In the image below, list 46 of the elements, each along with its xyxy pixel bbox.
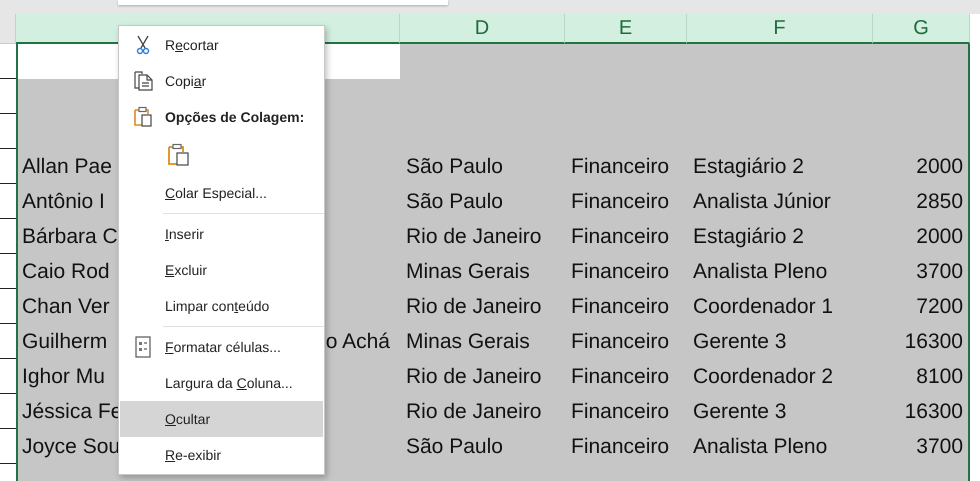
table-cell-text: Financeiro xyxy=(570,364,670,390)
table-cell-text: Estagiário 2 xyxy=(692,224,805,250)
table-cell-text: Analista Pleno xyxy=(692,434,828,460)
cell-text: Allan Pae xyxy=(22,154,112,178)
table-cell-text: São Paulo xyxy=(405,434,504,460)
table-cell: 2000 xyxy=(873,149,970,184)
cell-text: Bárbara C xyxy=(22,224,118,248)
table-cell-text: Financeiro xyxy=(570,224,670,250)
table-cell-text: Rio de Janeiro xyxy=(405,224,542,250)
table-cell-text: Rio de Janeiro xyxy=(405,294,542,320)
cell-text: Joyce Sou xyxy=(22,434,120,458)
table-cell: 16300 xyxy=(873,324,970,359)
table-cell: 2000 xyxy=(873,219,970,254)
table-cell-text: Financeiro xyxy=(570,328,670,354)
table-cell-text: Minas Gerais xyxy=(405,328,531,354)
cell-text: Guilherm xyxy=(22,330,108,354)
table-cell: 8100 xyxy=(873,359,970,394)
table-cell-text: Rio de Janeiro xyxy=(405,364,542,390)
table-cell-text: Financeiro xyxy=(570,258,670,284)
table-cell-text: Estagiário 2 xyxy=(692,154,805,180)
table-cell: 2850 xyxy=(873,184,970,219)
table-cell-text: Gerente 3 xyxy=(692,398,788,424)
cell-text: o Achá xyxy=(326,330,390,354)
table-cell-text: Financeiro xyxy=(570,398,670,424)
cell-text: Antônio I xyxy=(22,190,105,214)
table-cell-text: São Paulo xyxy=(405,188,504,214)
table-cell-text: Financeiro xyxy=(570,188,670,214)
table-cell: 7200 xyxy=(873,289,970,324)
table-cell-text: Analista Júnior xyxy=(692,188,832,214)
table-cell-text: Minas Gerais xyxy=(405,258,531,284)
table-cell: 16300 xyxy=(873,394,970,429)
menu-heading: Opções de Colagem: xyxy=(165,109,304,125)
table-cell: 3700 xyxy=(873,254,970,289)
table-cell-text: Coordenador 1 xyxy=(692,294,834,320)
table-cell-text: Financeiro xyxy=(570,154,670,180)
table-cell-text: Coordenador 2 xyxy=(692,364,834,390)
table-cell-text: Financeiro xyxy=(570,434,670,460)
table-cell-text: Gerente 3 xyxy=(692,328,788,354)
table-cell-text: São Paulo xyxy=(405,154,504,180)
cell-text: Chan Ver xyxy=(22,294,110,318)
table-cell-text: Financeiro xyxy=(570,294,670,320)
table-cell-text: Analista Pleno xyxy=(692,258,828,284)
cell-text: Ighor Mu xyxy=(22,364,105,388)
table-cell: 3700 xyxy=(873,429,970,464)
cell-text: Caio Rod xyxy=(22,260,110,284)
table-cell-text: Rio de Janeiro xyxy=(405,398,542,424)
